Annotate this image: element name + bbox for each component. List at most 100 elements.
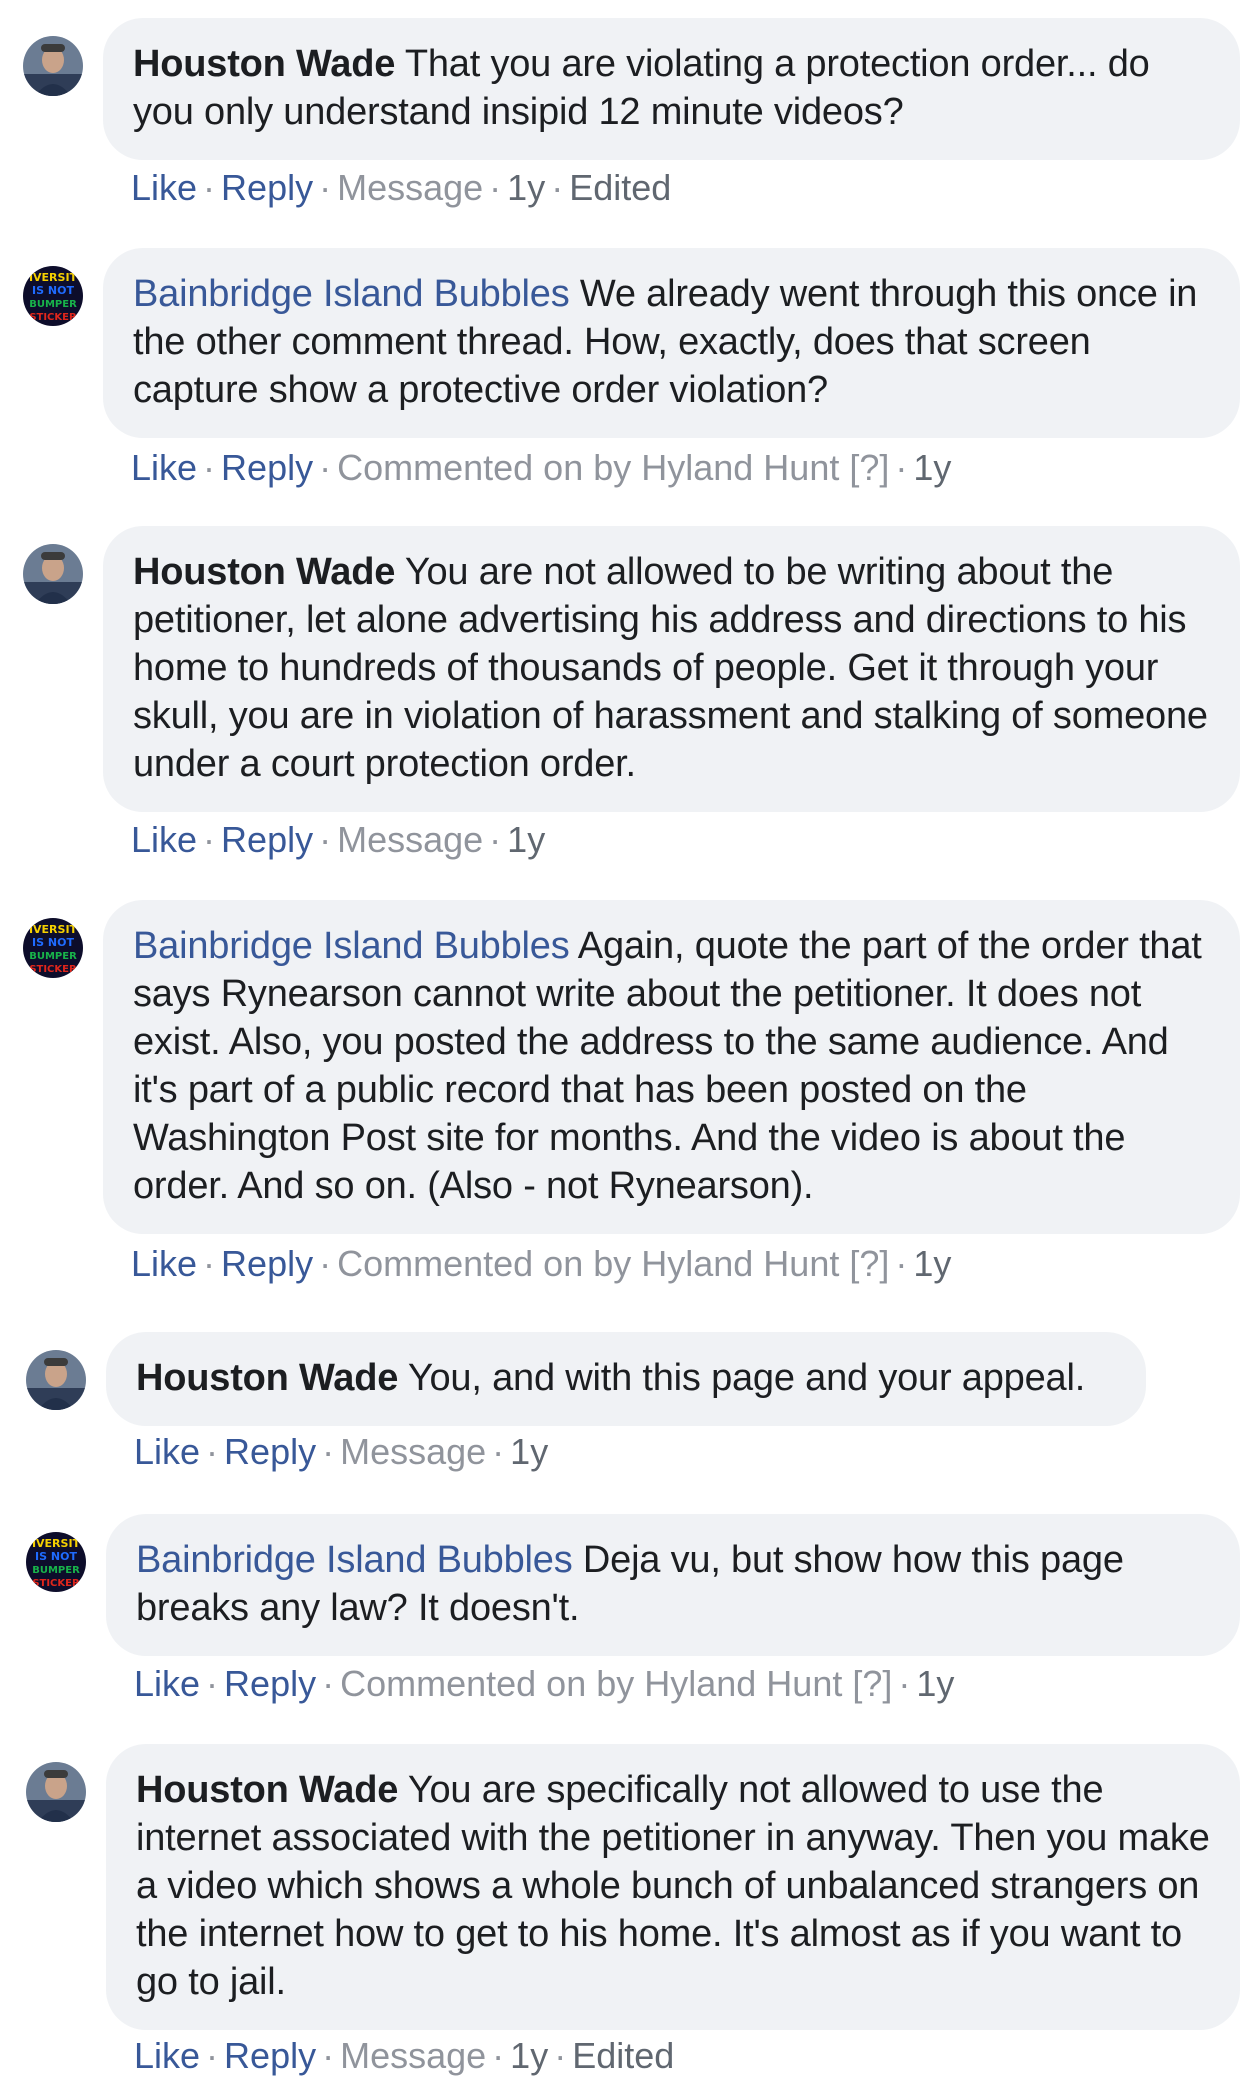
message-link[interactable]: Message bbox=[337, 167, 483, 208]
svg-text:IS NOT: IS NOT bbox=[32, 936, 74, 949]
reply-link[interactable]: Reply bbox=[221, 447, 313, 488]
timestamp[interactable]: 1y bbox=[510, 1431, 548, 1472]
separator: · bbox=[319, 1243, 332, 1284]
comment-author[interactable]: Houston Wade bbox=[136, 1357, 398, 1399]
timestamp[interactable]: 1y bbox=[507, 167, 545, 208]
avatar[interactable]: IVERSIT IS NOT BUMPER STICKER bbox=[23, 918, 83, 978]
comment-bubble: Bainbridge Island Bubbles Deja vu, but s… bbox=[106, 1514, 1240, 1656]
svg-text:STICKER: STICKER bbox=[32, 1578, 80, 1589]
separator: · bbox=[206, 1431, 219, 1472]
avatar[interactable] bbox=[26, 1762, 86, 1822]
separator: · bbox=[898, 1663, 911, 1704]
reply-link[interactable]: Reply bbox=[221, 819, 313, 860]
timestamp[interactable]: 1y bbox=[510, 2035, 548, 2076]
comment-actions: Like · Reply · Commented on by Hyland Hunt [… bbox=[134, 1662, 954, 1706]
profile-photo-icon bbox=[26, 1762, 86, 1822]
svg-text:IS NOT: IS NOT bbox=[35, 1550, 77, 1563]
comment-author[interactable]: Bainbridge Island Bubbles bbox=[133, 273, 570, 315]
like-link[interactable]: Like bbox=[134, 1663, 200, 1704]
comment-bubble: Bainbridge Island Bubbles Again, quote t… bbox=[103, 900, 1240, 1234]
comment-author[interactable]: Houston Wade bbox=[133, 43, 395, 85]
separator: · bbox=[322, 2035, 335, 2076]
comment-actions: Like · Reply · Commented on by Hyland Hunt [… bbox=[131, 446, 951, 490]
separator: · bbox=[206, 1663, 219, 1704]
commented-by-label[interactable]: Commented on by Hyland Hunt [?] bbox=[337, 1243, 889, 1284]
comment-actions: Like · Reply · Message · 1y · Edited bbox=[134, 2034, 674, 2078]
page-logo-icon: IVERSIT IS NOT BUMPER STICKER bbox=[26, 1532, 86, 1592]
comment-author[interactable]: Bainbridge Island Bubbles bbox=[136, 1539, 573, 1581]
svg-text:STICKER: STICKER bbox=[29, 312, 77, 323]
separator: · bbox=[895, 447, 908, 488]
separator: · bbox=[554, 2035, 567, 2076]
like-link[interactable]: Like bbox=[131, 447, 197, 488]
separator: · bbox=[895, 1243, 908, 1284]
avatar[interactable]: IVERSIT IS NOT BUMPER STICKER bbox=[23, 266, 83, 326]
comment-bubble: Bainbridge Island Bubbles We already wen… bbox=[103, 248, 1240, 438]
comment-actions: Like · Reply · Commented on by Hyland Hunt [… bbox=[131, 1242, 951, 1286]
reply-link[interactable]: Reply bbox=[224, 2035, 316, 2076]
message-link[interactable]: Message bbox=[340, 2035, 486, 2076]
svg-text:STICKER: STICKER bbox=[29, 964, 77, 975]
svg-text:IVERSIT: IVERSIT bbox=[29, 923, 78, 936]
message-link[interactable]: Message bbox=[337, 819, 483, 860]
separator: · bbox=[203, 819, 216, 860]
profile-photo-icon bbox=[23, 544, 83, 604]
commented-by-label[interactable]: Commented on by Hyland Hunt [?] bbox=[340, 1663, 892, 1704]
svg-text:BUMPER: BUMPER bbox=[29, 299, 77, 310]
avatar[interactable] bbox=[26, 1350, 86, 1410]
separator: · bbox=[322, 1663, 335, 1704]
separator: · bbox=[489, 167, 502, 208]
separator: · bbox=[492, 2035, 505, 2076]
commented-by-label[interactable]: Commented on by Hyland Hunt [?] bbox=[337, 447, 889, 488]
like-link[interactable]: Like bbox=[134, 2035, 200, 2076]
reply-link[interactable]: Reply bbox=[224, 1663, 316, 1704]
separator: · bbox=[206, 2035, 219, 2076]
timestamp[interactable]: 1y bbox=[507, 819, 545, 860]
comment-actions: Like · Reply · Message · 1y bbox=[131, 818, 545, 862]
separator: · bbox=[551, 167, 564, 208]
timestamp[interactable]: 1y bbox=[913, 1243, 951, 1284]
edited-label[interactable]: Edited bbox=[572, 2035, 674, 2076]
separator: · bbox=[203, 1243, 216, 1284]
edited-label[interactable]: Edited bbox=[569, 167, 671, 208]
message-link[interactable]: Message bbox=[340, 1431, 486, 1472]
comment-text: You, and with this page and your appeal. bbox=[407, 1357, 1086, 1399]
comment-author[interactable]: Houston Wade bbox=[136, 1769, 398, 1811]
profile-photo-icon bbox=[23, 36, 83, 96]
like-link[interactable]: Like bbox=[131, 167, 197, 208]
avatar[interactable] bbox=[23, 544, 83, 604]
profile-photo-icon bbox=[26, 1350, 86, 1410]
comment-author[interactable]: Bainbridge Island Bubbles bbox=[133, 925, 570, 967]
timestamp[interactable]: 1y bbox=[916, 1663, 954, 1704]
avatar[interactable]: IVERSIT IS NOT BUMPER STICKER bbox=[26, 1532, 86, 1592]
page-logo-icon: IVERSIT IS NOT BUMPER STICKER bbox=[23, 918, 83, 978]
like-link[interactable]: Like bbox=[131, 819, 197, 860]
separator: · bbox=[203, 447, 216, 488]
page-logo-icon: IVERSIT IS NOT BUMPER STICKER bbox=[23, 266, 83, 326]
comment-bubble: Houston Wade You are specifically not al… bbox=[106, 1744, 1240, 2030]
like-link[interactable]: Like bbox=[131, 1243, 197, 1284]
separator: · bbox=[319, 167, 332, 208]
comment-actions: Like · Reply · Message · 1y bbox=[134, 1430, 548, 1474]
comment-text: Again, quote the part of the order that … bbox=[133, 925, 1202, 1207]
separator: · bbox=[203, 167, 216, 208]
svg-text:IVERSIT: IVERSIT bbox=[32, 1537, 81, 1550]
timestamp[interactable]: 1y bbox=[913, 447, 951, 488]
svg-text:IS NOT: IS NOT bbox=[32, 284, 74, 297]
comment-bubble: Houston Wade You are not allowed to be w… bbox=[103, 526, 1240, 812]
comment-actions: Like · Reply · Message · 1y · Edited bbox=[131, 166, 671, 210]
svg-text:IVERSIT: IVERSIT bbox=[29, 271, 78, 284]
separator: · bbox=[489, 819, 502, 860]
comment-author[interactable]: Houston Wade bbox=[133, 551, 395, 593]
separator: · bbox=[319, 819, 332, 860]
svg-text:BUMPER: BUMPER bbox=[32, 1565, 80, 1576]
separator: · bbox=[492, 1431, 505, 1472]
like-link[interactable]: Like bbox=[134, 1431, 200, 1472]
comment-bubble: Houston Wade That you are violating a pr… bbox=[103, 18, 1240, 160]
avatar[interactable] bbox=[23, 36, 83, 96]
reply-link[interactable]: Reply bbox=[221, 167, 313, 208]
separator: · bbox=[319, 447, 332, 488]
separator: · bbox=[322, 1431, 335, 1472]
reply-link[interactable]: Reply bbox=[224, 1431, 316, 1472]
reply-link[interactable]: Reply bbox=[221, 1243, 313, 1284]
